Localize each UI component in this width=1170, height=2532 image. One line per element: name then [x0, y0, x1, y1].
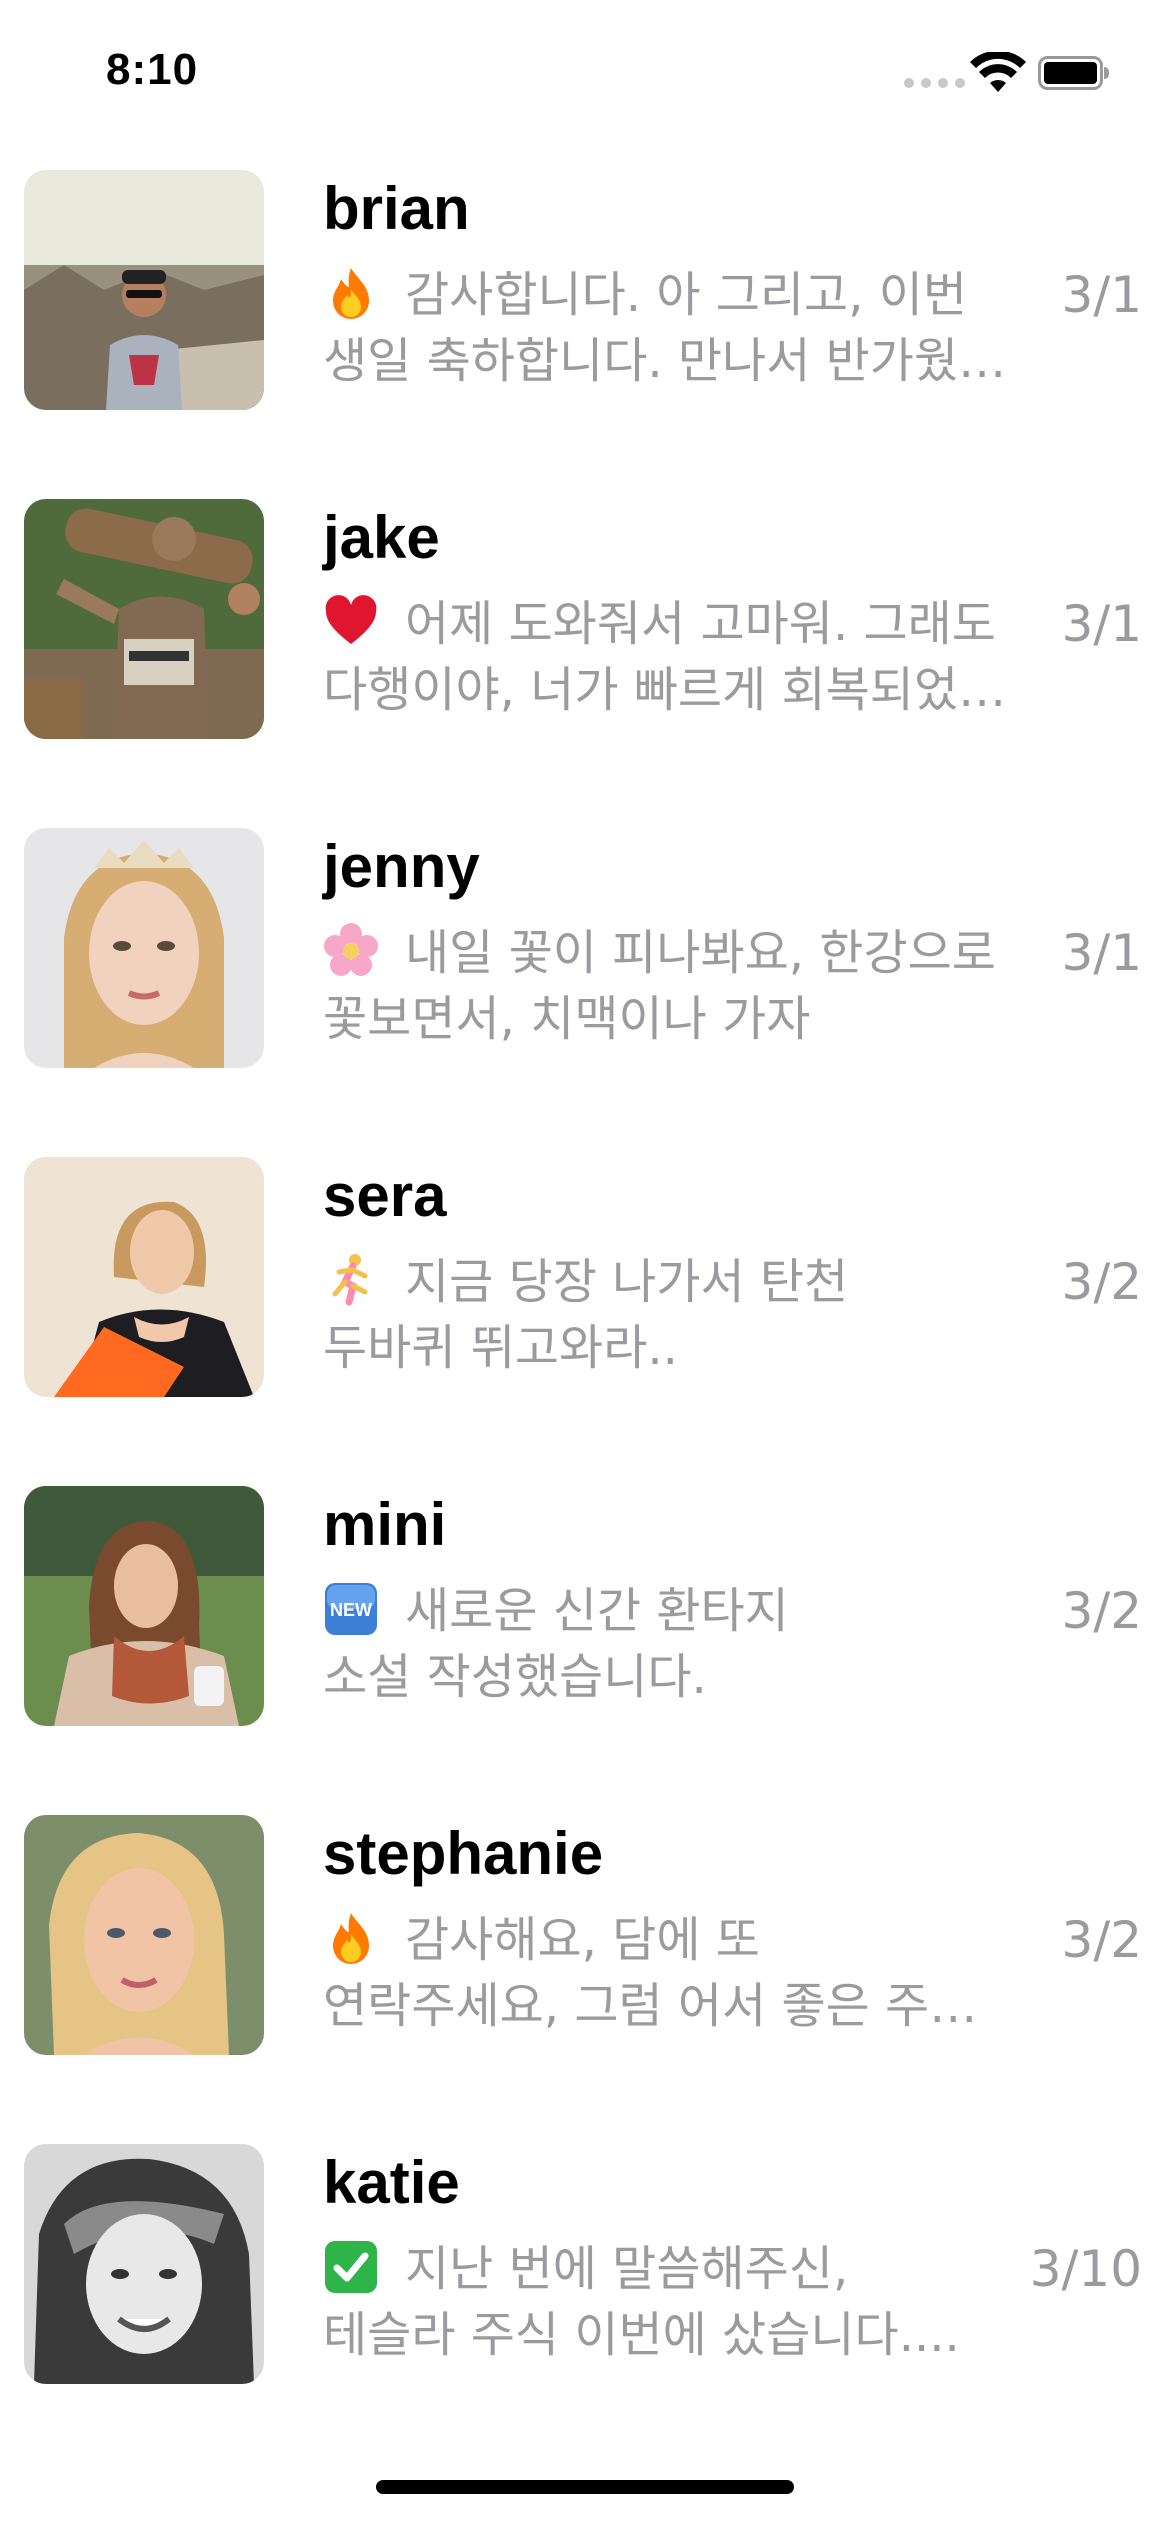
fire-icon [333, 1913, 369, 1964]
avatar[interactable] [24, 170, 264, 410]
chat-row-jake[interactable]: jake 어제 도와줘서 고마워. 그래도 다행이야, 너가 빠르게 회복되었…… [0, 499, 1170, 828]
contact-name: brian [323, 175, 470, 242]
status-time: 8:10 [106, 45, 199, 94]
message-date: 3/2 [1061, 1253, 1142, 1311]
chat-row-mini[interactable]: mini NEW 새로운 신간 환타지 소설 작성했습니다. 3/2 [0, 1486, 1170, 1815]
check-mark-icon [325, 2241, 377, 2293]
message-text-line1: 지난 번에 말씀해주신, [405, 2241, 849, 2297]
message-text-line2: 두바퀴 뛰고와라.. [323, 1320, 678, 1376]
chat-row-stephanie[interactable]: stephanie 감사해요, 담에 또 연락주세요, 그럼 어서 좋은 주… … [0, 1815, 1170, 2144]
svg-text:NEW: NEW [330, 1600, 372, 1620]
message-text-line1: 감사해요, 담에 또 [405, 1912, 760, 1968]
message-date: 3/2 [1061, 1911, 1142, 1969]
message-text-line2: 생일 축하합니다. 만나서 반가웠… [323, 333, 1007, 389]
message-text-line2: 꽃보면서, 치맥이나 가자 [323, 991, 811, 1047]
avatar[interactable] [24, 1157, 264, 1397]
battery-icon [1038, 56, 1109, 90]
wifi-icon [970, 52, 1026, 92]
status-bar: 8:10 [0, 0, 1170, 150]
chat-row-katie[interactable]: katie 지난 번에 말씀해주신, 테슬라 주식 이번에 샀습니다.... 3… [0, 2144, 1170, 2473]
cherry-blossom-icon [324, 923, 378, 976]
contact-name: stephanie [323, 1820, 604, 1887]
contact-name: katie [323, 2149, 460, 2216]
heart-icon [325, 595, 377, 644]
message-preview: NEW 새로운 신간 환타지 소설 작성했습니다. [323, 1578, 1043, 1710]
home-indicator[interactable] [376, 2480, 794, 2494]
chat-row-sera[interactable]: sera 지금 당장 나가서 탄천 두바퀴 뛰고와라.. 3/2 [0, 1157, 1170, 1486]
message-preview: 지난 번에 말씀해주신, 테슬라 주식 이번에 샀습니다.... [323, 2236, 1043, 2368]
message-preview: 어제 도와줘서 고마워. 그래도 다행이야, 너가 빠르게 회복되었… [323, 591, 1043, 723]
chat-list: brian 감사합니다. 아 그리고, 이번 생일 축하합니다. 만나서 반가웠… [0, 170, 1170, 2473]
message-preview: 감사합니다. 아 그리고, 이번 생일 축하합니다. 만나서 반가웠… [323, 262, 1043, 394]
avatar[interactable] [24, 1815, 264, 2055]
message-preview: 내일 꽃이 피나봐요, 한강으로 꽃보면서, 치맥이나 가자 [323, 920, 1043, 1052]
cellular-signal-icon [904, 78, 965, 88]
avatar[interactable] [24, 499, 264, 739]
message-text-line1: 어제 도와줘서 고마워. 그래도 [405, 596, 996, 652]
message-text-line1: 지금 당장 나가서 탄천 [405, 1254, 849, 1310]
contact-name: mini [323, 1491, 447, 1558]
chat-row-brian[interactable]: brian 감사합니다. 아 그리고, 이번 생일 축하합니다. 만나서 반가웠… [0, 170, 1170, 499]
fire-icon [333, 268, 369, 319]
message-date: 3/10 [1029, 2240, 1142, 2298]
message-text-line1: 새로운 신간 환타지 [405, 1583, 789, 1639]
runner-icon [332, 1254, 368, 1306]
contact-name: jenny [323, 833, 480, 900]
message-preview: 감사해요, 담에 또 연락주세요, 그럼 어서 좋은 주… [323, 1907, 1043, 2039]
message-text-line1: 감사합니다. 아 그리고, 이번 [405, 267, 968, 323]
avatar[interactable] [24, 1486, 264, 1726]
message-text-line2: 테슬라 주식 이번에 샀습니다.... [323, 2307, 960, 2363]
message-text-line2: 다행이야, 너가 빠르게 회복되었… [323, 662, 1007, 718]
message-preview: 지금 당장 나가서 탄천 두바퀴 뛰고와라.. [323, 1249, 1043, 1381]
new-badge-icon: NEW [325, 1583, 377, 1635]
message-text-line2: 연락주세요, 그럼 어서 좋은 주… [323, 1978, 978, 2034]
contact-name: sera [323, 1162, 447, 1229]
contact-name: jake [323, 504, 440, 571]
message-text-line2: 소설 작성했습니다. [323, 1649, 707, 1705]
message-date: 3/2 [1061, 1582, 1142, 1640]
avatar[interactable] [24, 2144, 264, 2384]
message-date: 3/1 [1061, 266, 1142, 324]
message-text-line1: 내일 꽃이 피나봐요, 한강으로 [405, 925, 996, 981]
message-date: 3/1 [1061, 924, 1142, 982]
message-date: 3/1 [1061, 595, 1142, 653]
chat-row-jenny[interactable]: jenny 내일 꽃이 피나봐요, 한강으로 꽃보면서, 치맥이나 가자 3/1 [0, 828, 1170, 1157]
avatar[interactable] [24, 828, 264, 1068]
